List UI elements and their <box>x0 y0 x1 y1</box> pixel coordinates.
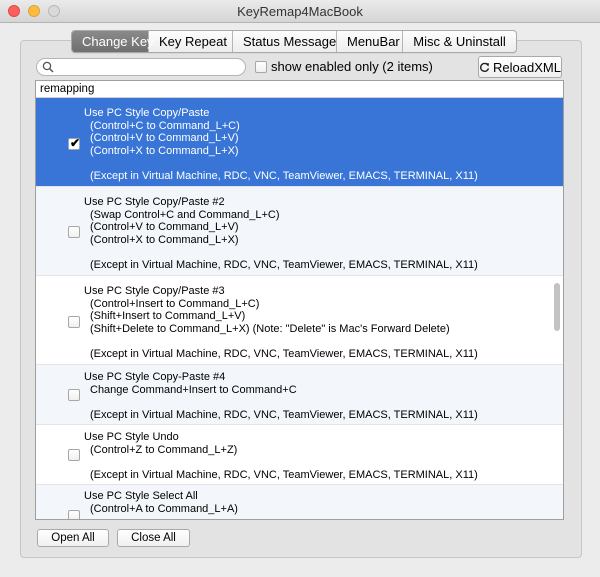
item-checkbox[interactable]: ✔ <box>68 136 81 150</box>
app-window: KeyRemap4MacBook Change Key Key Repeat S… <box>0 0 600 577</box>
item-title: Use PC Style Copy/Paste <box>84 107 210 119</box>
item-note: (Except in Virtual Machine, RDC, VNC, Te… <box>90 258 478 271</box>
item-line: (Control+X to Command_L+X) <box>90 144 239 157</box>
list-item[interactable]: Use PC Style Copy/Paste #3 (Control+Inse… <box>36 276 563 365</box>
close-all-button[interactable]: Close All <box>117 529 190 547</box>
item-checkbox[interactable] <box>68 316 80 328</box>
title-bar: KeyRemap4MacBook <box>0 0 600 23</box>
item-note: (Except in Virtual Machine, RDC, VNC, Te… <box>90 468 478 481</box>
item-note: (Except in Virtual Machine, RDC, VNC, Te… <box>90 347 478 360</box>
show-enabled-label: show enabled only (2 items) <box>271 59 433 74</box>
item-title: Use PC Style Copy/Paste #3 <box>84 285 225 297</box>
search-input[interactable] <box>57 60 237 74</box>
item-line: (Control+X to Command_L+X) <box>90 233 239 246</box>
list-item[interactable]: Use PC Style Undo (Control+Z to Command_… <box>36 425 563 485</box>
item-line: (Control+V to Command_L+V) <box>90 132 239 144</box>
item-line: Change Command+Insert to Command+C <box>90 383 297 396</box>
item-line: (Shift+Delete to Command_L+X) (Note: "De… <box>90 322 450 335</box>
scrollbar-thumb[interactable] <box>554 283 560 331</box>
item-checkbox[interactable] <box>68 389 80 401</box>
item-line: (Control+Z to Command_L+Z) <box>90 443 238 456</box>
item-line: (Control+A to Command_L+A) <box>90 502 238 515</box>
reload-icon <box>480 62 490 72</box>
window-title: KeyRemap4MacBook <box>237 4 363 19</box>
item-title: Use PC Style Undo <box>84 431 179 443</box>
reload-xml-label: ReloadXML <box>493 59 561 75</box>
item-title: Use PC Style Copy/Paste #2 <box>84 196 225 208</box>
search-field[interactable] <box>36 58 246 76</box>
search-icon <box>42 61 54 73</box>
tab-misc-uninstall[interactable]: Misc & Uninstall <box>403 31 516 52</box>
list-item[interactable]: Use PC Style Copy/Paste #2 (Swap Control… <box>36 187 563 276</box>
tab-status-message[interactable]: Status Message <box>233 31 337 52</box>
remapping-list[interactable]: remapping ✔ Use PC Style Copy/Paste (Con… <box>35 80 564 520</box>
tab-menubar[interactable]: MenuBar <box>337 31 403 52</box>
show-enabled-checkbox[interactable] <box>255 60 267 73</box>
item-note: (Except in Virtual Machine, RDC, VNC, Te… <box>90 408 478 421</box>
item-checkbox[interactable] <box>68 226 80 238</box>
tab-key-repeat[interactable]: Key Repeat <box>149 31 233 52</box>
tab-change-key[interactable]: Change Key <box>72 31 154 52</box>
list-item[interactable]: Use PC Style Copy-Paste #4 Change Comman… <box>36 365 563 425</box>
item-line: (Swap Control+C and Command_L+C) <box>90 208 280 221</box>
reload-xml-button[interactable]: ReloadXML <box>478 56 562 78</box>
item-line: (Control+C to Command_L+C) <box>90 119 240 132</box>
item-line: (Control+V to Command_L+V) <box>90 221 239 233</box>
tab-bar: Change Key Key Repeat Status Message Men… <box>71 30 517 53</box>
item-title: Use PC Style Copy-Paste #4 <box>84 371 226 383</box>
item-line: (Control+Insert to Command_L+C) <box>90 297 260 310</box>
checkmark-icon: ✔ <box>70 136 81 150</box>
list-item[interactable]: Use PC Style Select All (Control+A to Co… <box>36 485 563 519</box>
open-all-button[interactable]: Open All <box>37 529 109 547</box>
item-note: (Except in Virtual Machine, RDC, VNC, Te… <box>90 169 478 182</box>
list-scrollbar[interactable] <box>553 97 561 519</box>
list-item[interactable]: ✔ Use PC Style Copy/Paste (Control+C to … <box>36 98 563 187</box>
item-checkbox[interactable] <box>68 510 80 519</box>
show-enabled-filter[interactable]: show enabled only (2 items) <box>255 59 433 74</box>
list-header: remapping <box>36 81 563 98</box>
item-title: Use PC Style Select All <box>84 490 198 502</box>
item-line: (Shift+Insert to Command_L+V) <box>90 310 246 322</box>
item-checkbox[interactable] <box>68 449 80 461</box>
